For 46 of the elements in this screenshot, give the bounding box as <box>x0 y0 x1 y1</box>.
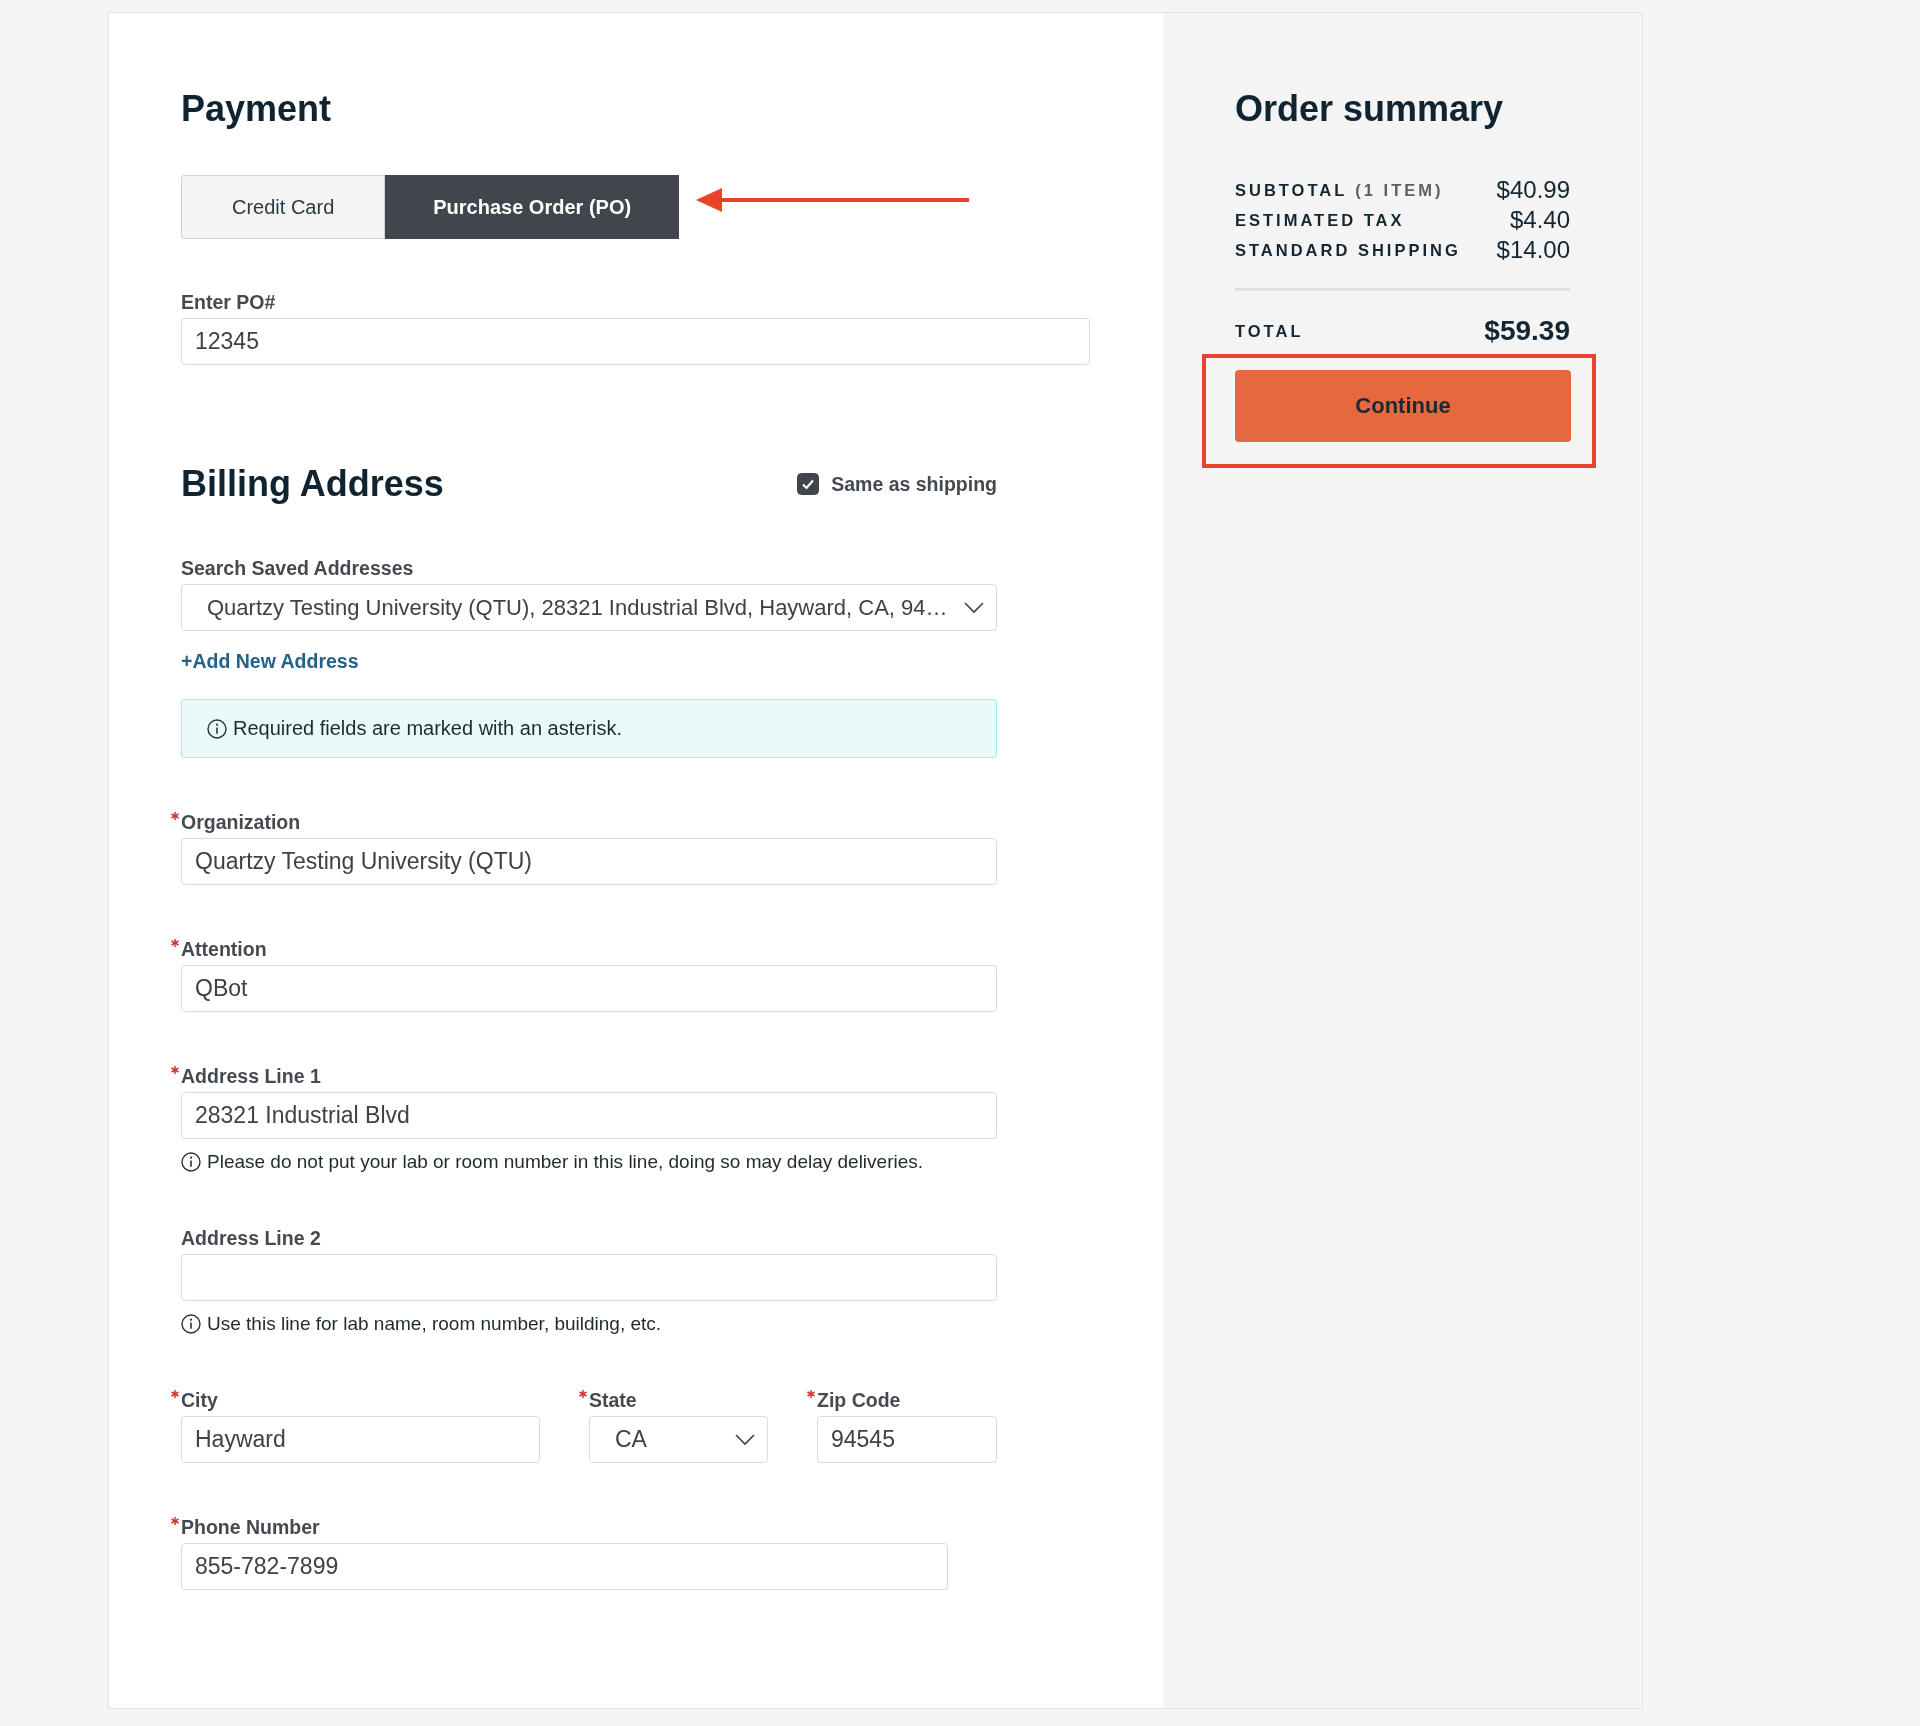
field-label: Organization <box>181 810 301 834</box>
input-field[interactable]: Quartzy Testing University (QTU) <box>181 838 997 885</box>
payment-heading: Payment <box>181 87 332 131</box>
field-label: Zip Code <box>817 1388 901 1412</box>
checkbox-label: Same as shipping <box>831 472 997 496</box>
payment-tab[interactable]: Credit Card <box>181 175 386 239</box>
info-icon <box>207 718 227 739</box>
summary-label: STANDARD SHIPPING <box>1235 240 1461 260</box>
input-field[interactable] <box>181 1254 997 1301</box>
input-field[interactable]: 28321 Industrial Blvd <box>181 1092 997 1139</box>
summary-amount: $40.99 <box>1496 176 1570 204</box>
payment-tab[interactable]: Purchase Order (PO) <box>385 175 680 239</box>
summary-label: ESTIMATED TAX <box>1235 210 1405 230</box>
order-summary-heading: Order summary <box>1235 87 1504 131</box>
chevron-down-icon <box>964 601 984 614</box>
field-label: Attention <box>181 937 267 961</box>
field-label: Address Line 2 <box>181 1226 321 1250</box>
field-label: State <box>589 1388 637 1412</box>
chevron-down-icon <box>735 1433 755 1446</box>
add-address-link[interactable]: +Add New Address <box>181 649 359 673</box>
address-select[interactable]: Quartzy Testing University (QTU), 28321 Industrial Blvd, Hayward, CA, 94… <box>181 584 997 631</box>
billing-heading: Billing Address <box>181 462 444 506</box>
checkbox[interactable] <box>797 473 820 495</box>
info-icon <box>181 1314 201 1334</box>
input-field[interactable]: QBot <box>181 965 997 1012</box>
field-label: City <box>181 1388 218 1412</box>
input-field[interactable]: 855-782-7899 <box>181 1543 948 1590</box>
item-count: (1 ITEM) <box>1355 180 1444 200</box>
field-label: Phone Number <box>181 1515 320 1539</box>
state-select[interactable]: CA <box>589 1416 768 1463</box>
total-amount: $59.39 <box>1484 315 1570 347</box>
input-field[interactable]: 94545 <box>817 1416 997 1463</box>
field-label: Search Saved Addresses <box>181 556 414 580</box>
field-hint: Please do not put your lab or room number in this line, doing so may delay deliveries. <box>207 1150 924 1174</box>
field-hint: Use this line for lab name, room number, building, etc. <box>207 1312 662 1336</box>
field-label: Enter PO# <box>181 290 276 314</box>
field-label: Address Line 1 <box>181 1064 321 1088</box>
summary-label: SUBTOTAL <box>1235 180 1348 200</box>
info-icon <box>181 1152 201 1172</box>
summary-amount: $4.40 <box>1509 206 1570 234</box>
input-field[interactable]: Hayward <box>181 1416 540 1463</box>
summary-amount: $14.00 <box>1496 236 1570 264</box>
notice-text: Required fields are marked with an asterisk. <box>233 717 623 740</box>
total-label: TOTAL <box>1235 321 1304 341</box>
continue-button[interactable]: Continue <box>1235 370 1571 442</box>
po-number-field[interactable]: 12345 <box>181 318 1090 365</box>
